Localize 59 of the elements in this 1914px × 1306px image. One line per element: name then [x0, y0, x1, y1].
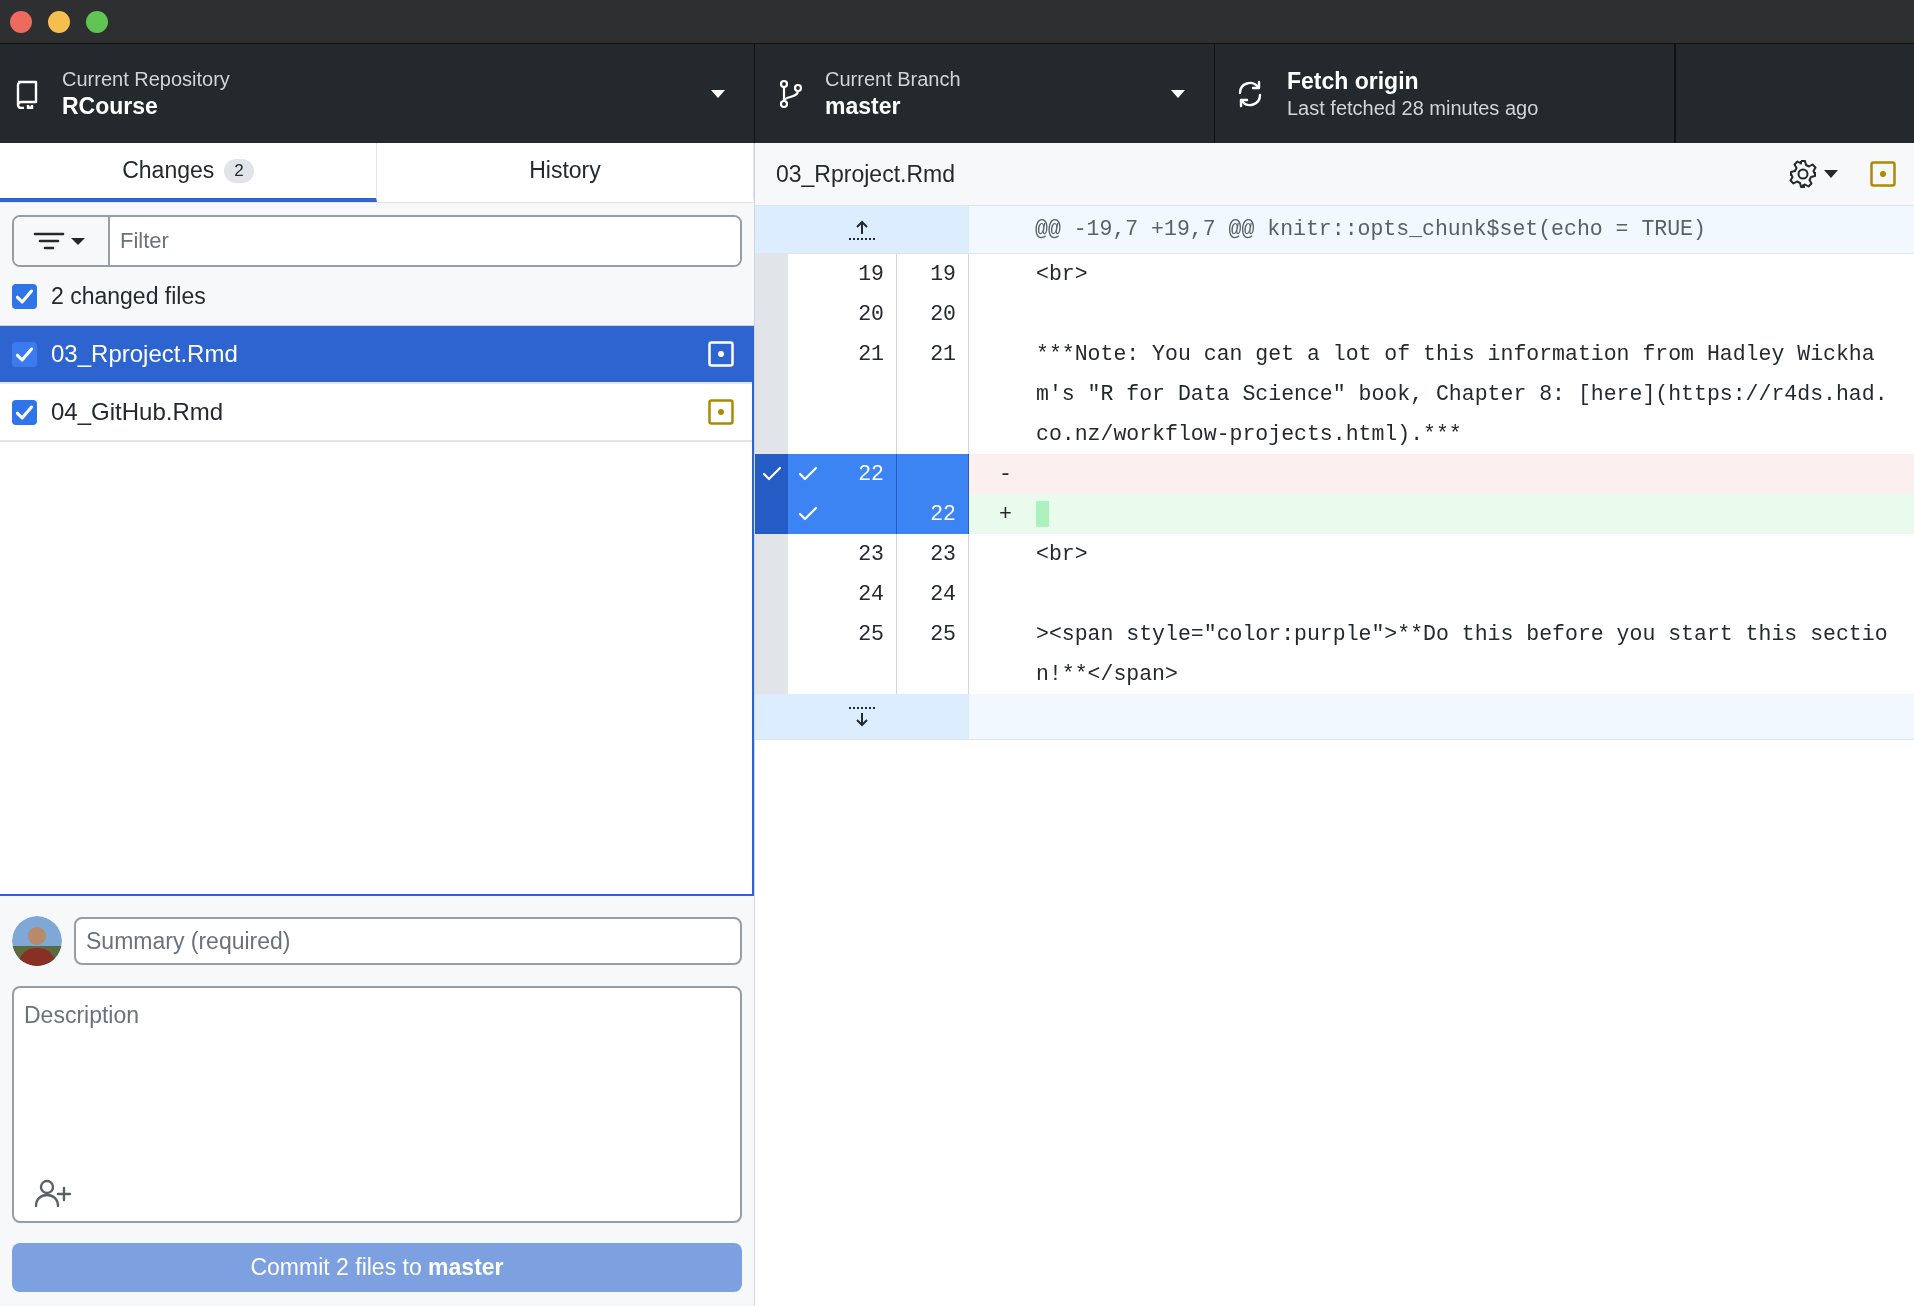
line-number: 24: [897, 574, 969, 614]
diff-sign: +: [999, 502, 1012, 526]
add-coauthor-icon[interactable]: [34, 1179, 72, 1207]
caret-icon: [710, 88, 726, 99]
count-badge: 2: [224, 158, 254, 183]
file-list-item[interactable]: 03_Rproject.Rmd: [0, 326, 752, 384]
checkbox[interactable]: [12, 341, 37, 367]
line-number: 20: [828, 294, 897, 334]
branch-label: Current Branch: [825, 67, 962, 91]
avatar: [12, 916, 62, 966]
line-number: 19: [897, 254, 969, 294]
hunk-header: @@ -19,7 +19,7 @@ knitr::opts_chunk$set(echo = TRUE): [969, 206, 1914, 253]
code-line: <br>: [1036, 261, 1089, 288]
tab[interactable]: History: [377, 143, 754, 202]
settings-icon: [1788, 159, 1818, 189]
checkbox[interactable]: [12, 283, 37, 309]
tab[interactable]: Changes 2: [0, 143, 377, 202]
line-number: 20: [897, 294, 969, 334]
expand-up-icon: [848, 218, 876, 241]
close-button[interactable]: [10, 10, 32, 33]
diff-settings-button[interactable]: [1788, 159, 1838, 189]
filter-field[interactable]: Filter: [12, 215, 742, 267]
diff-sign: -: [999, 462, 1012, 486]
check-icon: [798, 466, 818, 482]
file-name: 04_GitHub.Rmd: [51, 398, 225, 426]
minimize-button[interactable]: [48, 10, 70, 33]
line-number: 24: [828, 574, 897, 614]
line-number: 23: [897, 534, 969, 574]
file-name: 03_Rproject.Rmd: [51, 340, 239, 368]
zoom-button[interactable]: [86, 10, 108, 33]
expand-down-icon: [848, 705, 876, 728]
file-list-item[interactable]: 04_GitHub.Rmd: [0, 384, 752, 442]
fetch-label: Fetch origin: [1287, 67, 1420, 95]
branch-name: master: [825, 92, 902, 120]
last-fetched-text: Last fetched 28 minutes ago: [1287, 96, 1540, 120]
check-icon: [761, 466, 782, 482]
line-number: 22: [828, 454, 897, 494]
code-line: <br>: [1036, 541, 1089, 568]
checkbox[interactable]: [12, 399, 37, 425]
repository-label: Current Repository: [62, 67, 231, 91]
repository-icon: [14, 78, 40, 109]
line-number: 19: [828, 254, 897, 294]
caret-icon: [1170, 88, 1186, 99]
line-number: 22: [897, 494, 969, 534]
caret-icon: [1824, 169, 1838, 179]
modified-file-icon: [708, 341, 734, 367]
diff-file-name: 03_Rproject.Rmd: [776, 160, 956, 188]
line-number: 23: [828, 534, 897, 574]
check-icon: [798, 506, 818, 522]
code-line: ><span style="color:purple">**Do this before you start this section!**</span>: [1036, 621, 1888, 688]
hunk-gutter[interactable]: [755, 454, 788, 494]
filter-options-button[interactable]: [14, 217, 110, 265]
modified-file-icon: [708, 399, 734, 425]
branch-icon: [779, 78, 803, 109]
repository-name: RCourse: [62, 92, 159, 120]
code-line: ***Note: You can get a lot of this information from Hadley Wickham's "R for Data Science" book, Chapter 8: [here](https://r4ds.had.co.nz/workflow-projects.html).***: [1036, 341, 1888, 448]
changed-files-count: 2 changed files: [51, 282, 206, 310]
modified-file-icon: [1870, 161, 1896, 187]
line-number: [897, 454, 969, 494]
